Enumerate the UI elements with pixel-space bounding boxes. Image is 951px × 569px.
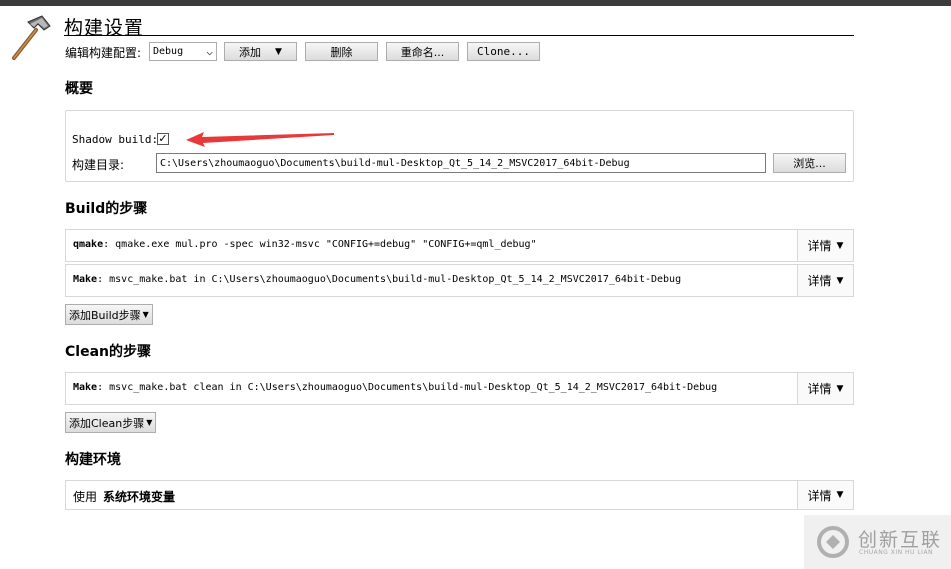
add-config-label: 添加 [239, 45, 262, 59]
build-step-qmake[interactable]: qmake: qmake.exe mul.pro -spec win32-msv… [65, 229, 854, 262]
hammer-icon [12, 15, 51, 60]
details-label: 详情 [807, 274, 832, 288]
dropdown-triangle-icon: ▼ [275, 46, 282, 57]
details-button[interactable]: 详情 ▼ [797, 230, 853, 261]
shadow-build-label: Shadow build: [72, 133, 159, 146]
watermark-logo-icon [817, 526, 849, 558]
chevron-down-icon: ▼ [836, 240, 844, 251]
step-name: qmake [73, 239, 104, 250]
add-build-step-button[interactable]: 添加Build步骤 ▼ [65, 304, 153, 325]
build-dir-label: 构建目录: [72, 158, 125, 172]
clone-config-button[interactable]: Clone... [467, 42, 540, 61]
clean-step-make[interactable]: Make: msvc_make.bat clean in C:\Users\zh… [65, 372, 854, 405]
chevron-down-icon: ▼ [836, 383, 844, 394]
chevron-down-icon: ▼ [836, 490, 844, 500]
details-button[interactable]: 详情 ▼ [797, 481, 853, 509]
add-config-button[interactable]: 添加 ▼ [224, 42, 297, 61]
details-label: 详情 [807, 239, 832, 253]
step-command: : msvc_make.bat in C:\Users\zhoumaoguo\D… [97, 274, 682, 285]
step-command: : qmake.exe mul.pro -spec win32-msvc "CO… [103, 239, 537, 250]
chevron-down-icon: ▼ [836, 275, 844, 286]
details-button[interactable]: 详情 ▼ [797, 265, 853, 296]
clean-steps-heading: Clean的步骤 [65, 344, 151, 360]
add-clean-step-label: 添加Clean步骤 [69, 416, 145, 430]
details-button[interactable]: 详情 ▼ [797, 373, 853, 404]
dropdown-triangle-icon: ▼ [142, 310, 149, 319]
build-dir-value: C:\Users\zhoumaoguo\Documents\build-mul-… [160, 157, 630, 169]
details-label: 详情 [807, 488, 832, 503]
delete-config-button[interactable]: 删除 [305, 42, 378, 61]
add-clean-step-button[interactable]: 添加Clean步骤 ▼ [65, 412, 157, 433]
step-summary: Make: msvc_make.bat clean in C:\Users\zh… [73, 382, 717, 393]
red-arrow-annotation [186, 132, 334, 147]
clone-config-label: Clone... [477, 45, 530, 58]
browse-label: 浏览... [793, 157, 826, 170]
delete-config-label: 删除 [330, 45, 353, 59]
environment-row[interactable]: 使用 系统环境变量 详情 ▼ [65, 480, 854, 510]
rename-config-label: 重命名... [400, 45, 445, 59]
environment-name: 系统环境变量 [103, 490, 176, 504]
step-summary: qmake: qmake.exe mul.pro -spec win32-msv… [73, 239, 537, 250]
build-dir-input[interactable]: C:\Users\zhoumaoguo\Documents\build-mul-… [156, 153, 766, 173]
build-config-value: Debug [153, 46, 184, 57]
dropdown-triangle-icon: ▼ [146, 418, 153, 427]
build-step-make[interactable]: Make: msvc_make.bat in C:\Users\zhoumaog… [65, 264, 854, 297]
add-build-step-label: 添加Build步骤 [69, 308, 141, 322]
title-divider [64, 35, 854, 36]
step-name: Make [73, 274, 98, 285]
window-top-bar [0, 0, 951, 6]
rename-config-button[interactable]: 重命名... [386, 42, 459, 61]
environment-heading: 构建环境 [65, 452, 121, 468]
step-command: : msvc_make.bat clean in C:\Users\zhouma… [97, 382, 718, 393]
watermark: 创新互联 CHUANG XIN HU LIAN [804, 515, 951, 569]
shadow-build-checkbox[interactable]: ✓ [157, 133, 169, 145]
environment-summary: 使用 系统环境变量 [73, 488, 175, 505]
build-steps-heading: Build的步骤 [65, 201, 148, 217]
watermark-title: 创新互联 [858, 529, 943, 551]
browse-button[interactable]: 浏览... [773, 153, 846, 173]
edit-config-label: 编辑构建配置: [65, 46, 142, 60]
watermark-subtitle: CHUANG XIN HU LIAN [859, 549, 934, 556]
environment-use-label: 使用 [73, 490, 98, 504]
step-summary: Make: msvc_make.bat in C:\Users\zhoumaog… [73, 274, 681, 285]
step-name: Make [73, 382, 98, 393]
details-label: 详情 [807, 382, 832, 396]
build-config-select[interactable]: Debug ⌵ [149, 42, 217, 61]
overview-heading: 概要 [65, 81, 93, 97]
chevron-down-icon: ⌵ [206, 45, 213, 58]
